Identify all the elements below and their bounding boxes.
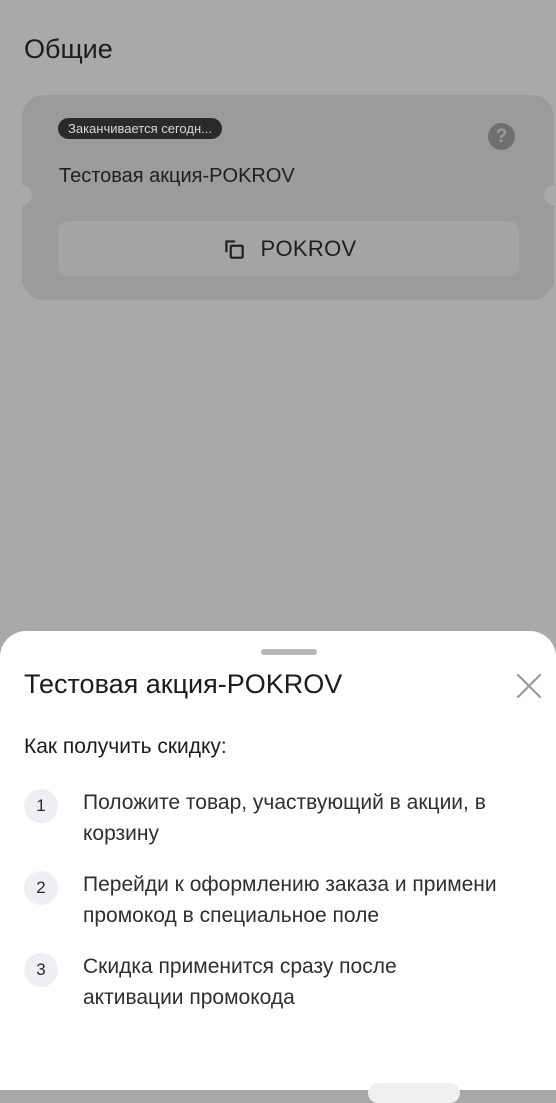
step-line: промокод в специальное поле <box>83 904 380 927</box>
step-text: Скидка применится сразу после активации … <box>83 951 397 1013</box>
steps-list: 1 Положите товар, участвующий в акции, в… <box>24 787 556 1033</box>
step-line: Скидка применится сразу после <box>83 955 397 978</box>
promo-name: Тестовая акция-POKROV <box>59 165 295 187</box>
step-number: 1 <box>24 789 58 823</box>
step-line: Перейди к оформлению заказа и примени <box>83 873 497 896</box>
sheet-title: Тестовая акция-POKROV <box>24 669 343 699</box>
instructions-heading: Как получить скидку: <box>24 735 227 758</box>
list-item: 2 Перейди к оформлению заказа и примени … <box>24 869 556 931</box>
promo-card[interactable]: Заканчивается сегодн... ? Тестовая акция… <box>12 95 556 300</box>
step-line: Положите товар, участвующий в акции, в <box>83 791 486 814</box>
list-item: 1 Положите товар, участвующий в акции, в… <box>24 787 556 849</box>
close-icon[interactable] <box>512 669 546 703</box>
step-line: активации промокода <box>83 986 295 1009</box>
step-number: 3 <box>24 953 58 987</box>
step-text: Перейди к оформлению заказа и примени пр… <box>83 869 497 931</box>
sheet-drag-handle[interactable] <box>261 649 317 655</box>
card-notch-right <box>544 185 556 205</box>
bottom-sheet: Тестовая акция-POKROV Как получить скидк… <box>0 631 556 1103</box>
copy-icon <box>224 239 244 259</box>
copy-code-button[interactable]: POKROV <box>58 221 519 276</box>
card-notch-left <box>12 185 32 205</box>
section-title: Общие <box>24 34 113 64</box>
list-item: 3 Скидка применится сразу после активаци… <box>24 951 556 1013</box>
step-line: корзину <box>83 822 160 845</box>
bottom-button-peek[interactable] <box>368 1083 460 1103</box>
step-number: 2 <box>24 871 58 905</box>
promo-code: POKROV <box>260 235 357 261</box>
step-text: Положите товар, участвующий в акции, в к… <box>83 787 486 849</box>
expiry-badge: Заканчивается сегодн... <box>58 118 222 139</box>
question-icon[interactable]: ? <box>488 123 515 150</box>
